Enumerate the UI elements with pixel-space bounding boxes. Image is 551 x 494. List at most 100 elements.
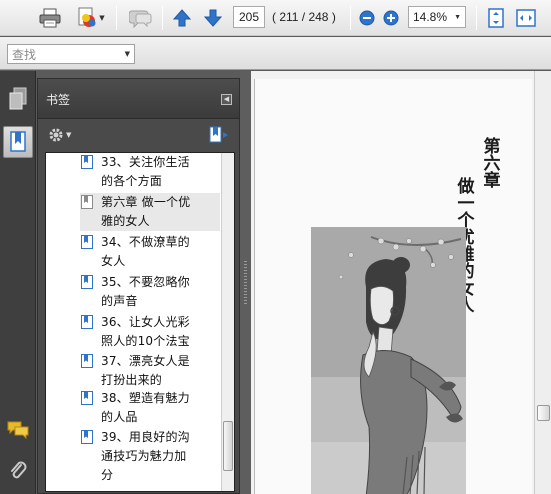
toolbar-divider (350, 6, 351, 30)
bookmark-item[interactable]: 第六章 做一个优 雅的女人 (80, 193, 220, 231)
share-icon (78, 7, 96, 27)
bookmarks-button[interactable] (3, 126, 33, 158)
bookmarks-toolbar: ▼ (38, 120, 239, 150)
share-button[interactable]: ▼ (70, 5, 110, 30)
bookmark-label: 35、不要忽略你 的声音 (101, 273, 190, 311)
bookmark-label-line: 女人 (101, 254, 126, 268)
bookmark-label-line: 37、漂亮女人是 (101, 354, 190, 368)
bookmark-label-line: 36、让女人光彩 (101, 315, 190, 329)
prev-page-icon (172, 8, 192, 26)
bookmark-label: 33、关注你生活 的各个方面 (101, 153, 190, 191)
chevron-down-icon: ▼ (66, 131, 72, 139)
document-scrollbar-thumb[interactable] (537, 405, 550, 421)
document-view: 第六章 做一个优雅的女人 (251, 71, 534, 494)
bookmark-icon (81, 354, 93, 368)
bookmark-label-line: 33、关注你生活 (101, 155, 190, 169)
chapter-heading: 第六章 (481, 139, 503, 190)
bookmark-icon (81, 195, 93, 209)
bookmark-label-line: 35、不要忽略你 (101, 275, 190, 289)
bookmarks-icon (10, 131, 26, 152)
comments-icon (7, 421, 29, 439)
panel-splitter[interactable] (240, 71, 251, 494)
page-number-input[interactable]: 205 (233, 6, 265, 28)
bookmark-item[interactable]: 36、让女人光彩 照人的10个法宝 (80, 313, 220, 351)
bookmark-icon (81, 155, 93, 169)
bookmarks-panel-title: 书签 (46, 93, 71, 107)
pdf-reader-window: ▼ 205 ( 211 / 248 ) 14.8% ▼ 查找 ▼ 书签 ◀ ▼ … (0, 0, 551, 494)
splitter-grip-icon (244, 261, 247, 305)
bookmark-label-line: 分 (101, 468, 114, 482)
bookmark-icon (81, 391, 93, 405)
bookmark-icon (81, 275, 93, 289)
attachments-button[interactable] (3, 455, 33, 487)
bookmark-icon (81, 315, 93, 329)
bookmark-label-line: 的人品 (101, 410, 138, 424)
toolbar-divider (162, 6, 163, 30)
bookmark-label: 37、漂亮女人是 打扮出来的 (101, 352, 190, 390)
next-page-icon (203, 9, 223, 27)
print-icon (39, 8, 61, 27)
bookmark-scrollbar-thumb[interactable] (223, 421, 233, 471)
bookmark-label-line: 34、不做潦草的 (101, 235, 190, 249)
bookmark-icon (81, 430, 93, 444)
bookmark-item[interactable]: 38、塑造有魅力 的人品 (80, 389, 220, 427)
bookmark-scrollbar[interactable] (221, 153, 234, 491)
comment-button[interactable] (126, 5, 156, 30)
collapse-panel-button[interactable]: ◀ (221, 94, 232, 105)
zoom-in-button[interactable] (381, 5, 401, 30)
bookmarks-panel-header: 书签 ◀ (38, 79, 239, 119)
fit-width-button[interactable] (515, 5, 537, 30)
bookmark-label-line: 雅的女人 (101, 214, 150, 228)
document-scrollbar[interactable] (534, 71, 551, 494)
bookmark-item[interactable]: 35、不要忽略你 的声音 (80, 273, 220, 311)
toolbar-divider (476, 6, 477, 30)
page-number-value: 205 (238, 10, 260, 24)
bookmark-label-line: 的声音 (101, 294, 138, 308)
bookmark-label: 34、不做潦草的 女人 (101, 233, 190, 271)
find-input[interactable]: 查找 ▼ (7, 44, 135, 64)
bookmark-label-line: 第六章 做一个优 (101, 195, 191, 209)
fit-page-icon (488, 7, 504, 28)
gear-icon (49, 128, 63, 142)
chevron-down-icon[interactable]: ▼ (125, 50, 130, 58)
bookmarks-panel: 书签 ◀ ▼ 33、关注你生活 的各个方面 第六章 做一个优 雅的女人 34、不做潦草的 (37, 78, 240, 494)
zoom-value: 14.8% (413, 10, 448, 24)
bookmark-item[interactable]: 34、不做潦草的 女人 (80, 233, 220, 271)
bookmark-icon (81, 235, 93, 249)
bookmark-item[interactable]: 33、关注你生活 的各个方面 (80, 153, 220, 191)
comments-button[interactable] (3, 413, 33, 445)
bookmark-item[interactable]: 37、漂亮女人是 打扮出来的 (80, 352, 220, 390)
find-placeholder: 查找 (12, 47, 37, 62)
expand-bookmark-button[interactable] (208, 125, 230, 149)
page-count: ( 211 / 248 ) (272, 10, 336, 24)
chevron-down-icon: ▼ (454, 13, 461, 21)
zoom-out-icon (359, 10, 375, 25)
page-thumbnails-button[interactable] (3, 83, 33, 115)
toolbar-divider (116, 6, 117, 30)
zoom-out-button[interactable] (357, 5, 377, 30)
fit-page-button[interactable] (485, 5, 507, 30)
print-button[interactable] (34, 5, 66, 30)
navigation-rail (0, 71, 36, 494)
bookmark-label: 39、用良好的沟 通技巧为魅力加分 (101, 428, 190, 485)
expand-bookmark-icon (209, 126, 228, 143)
bookmark-label: 第六章 做一个优 雅的女人 (101, 193, 191, 231)
chevron-down-icon: ▼ (99, 13, 105, 22)
main-toolbar: ▼ 205 ( 211 / 248 ) 14.8% ▼ (0, 0, 551, 36)
chapter-heading-text: 第六章 (483, 137, 501, 191)
pdf-page: 第六章 做一个优雅的女人 (254, 79, 532, 494)
previous-page-button[interactable] (171, 5, 193, 30)
bookmark-item[interactable]: 39、用良好的沟 通技巧为魅力加分 (80, 428, 220, 485)
next-page-button[interactable] (202, 5, 224, 30)
bookmark-label-line: 的各个方面 (101, 174, 163, 188)
options-button[interactable]: ▼ (48, 127, 71, 143)
bookmark-label-line: 39、用良好的沟 (101, 430, 190, 444)
pages-icon (9, 87, 27, 110)
bookmark-label-line: 38、塑造有魅力 (101, 391, 190, 405)
find-toolbar: 查找 ▼ (0, 37, 551, 70)
comment-icon (129, 10, 152, 28)
zoom-select[interactable]: 14.8% ▼ (408, 6, 466, 28)
paperclip-icon (11, 461, 27, 479)
bookmark-label: 38、塑造有魅力 的人品 (101, 389, 190, 427)
fit-width-icon (516, 8, 536, 27)
